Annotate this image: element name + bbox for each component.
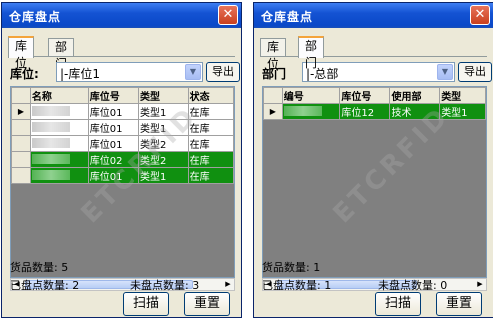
scroll-right-icon[interactable]: ▶ [474,279,486,290]
table-row[interactable]: ▶ 库位01 类型1 在库 [11,103,234,120]
cell-location: 库位02 [87,151,140,168]
scan-label: 扫描 [132,296,159,311]
tab-department[interactable]: 部门 [48,38,75,71]
col-header-location[interactable]: 库位号 [87,87,140,104]
table-row-checked[interactable]: ▶ 库位12 技术 类型1 [263,103,486,120]
cell-name-redacted [29,103,89,120]
tab-location[interactable]: 库位 [260,38,287,71]
filter-row: 库位: |-库位1 ▼ 导出 [10,62,240,82]
goods-count: 货品数量: 5 [10,261,69,274]
table-row[interactable]: 库位01 类型2 在库 [11,135,234,152]
col-header-id[interactable]: 编号 [281,87,341,104]
row-header [11,135,31,152]
tab-location[interactable]: 库位 [8,36,35,70]
title-bar[interactable]: 仓库盘点 ✕ [254,3,493,28]
tab-divider [8,56,235,57]
cell-name-redacted [29,167,89,184]
col-header-location[interactable]: 库位号 [339,87,391,104]
cell-location: 库位01 [87,135,140,152]
cell-status: 在库 [187,103,234,120]
reset-button[interactable]: 重置 [184,292,230,316]
combo-value: |-库位1 [60,67,101,81]
row-header [11,119,31,136]
unchecked-count: 未盘点数量: 3 [130,279,200,292]
unchecked-count: 未盘点数量: 0 [378,279,448,292]
window-body: 库位 部门 部门 |-总部 ▼ 导出 编号 库位号 使用部 类型 ▶ 库位12 … [256,30,492,315]
data-grid[interactable]: 编号 库位号 使用部 类型 ▶ 库位12 技术 类型1 [262,86,487,278]
cell-name-redacted [29,119,89,136]
row-header-corner [263,87,283,104]
title-bar[interactable]: 仓库盘点 ✕ [2,3,241,28]
department-combo[interactable]: |-总部 ▼ [302,62,455,82]
cell-type: 类型2 [138,135,189,152]
tab-department[interactable]: 部门 [298,36,325,70]
filter-row: 部门 |-总部 ▼ 导出 [262,62,492,82]
export-label: 导出 [212,65,234,78]
reset-label: 重置 [445,296,472,311]
scroll-right-icon[interactable]: ▶ [222,279,234,290]
col-header-type[interactable]: 类型 [138,87,189,104]
checked-count: 已盘点数量: 1 [262,279,332,292]
col-header-type[interactable]: 类型 [439,87,486,104]
close-button[interactable]: ✕ [218,5,238,25]
scan-button[interactable]: 扫描 [375,292,421,316]
cell-type: 类型1 [439,103,486,120]
row-header-corner [11,87,31,104]
export-button[interactable]: 导出 [206,62,240,82]
scan-button[interactable]: 扫描 [123,292,169,316]
inventory-window-right: 仓库盘点 ✕ 库位 部门 部门 |-总部 ▼ 导出 编号 库位号 使用部 类型 … [253,2,493,318]
table-row-checked[interactable]: 库位02 类型2 在库 [11,151,234,168]
cell-location: 库位01 [87,103,140,120]
cell-location: 库位12 [339,103,391,120]
row-header [11,167,31,184]
window-body: 库位 部门 库位: |-库位1 ▼ 导出 名称 库位号 类型 状态 [4,30,240,315]
filter-label: 部门 [262,67,287,81]
cell-name-redacted [29,135,89,152]
reset-button[interactable]: 重置 [436,292,482,316]
export-label: 导出 [464,65,486,78]
window-title: 仓库盘点 [9,10,62,24]
cell-type: 类型2 [138,151,189,168]
reset-label: 重置 [193,296,220,311]
tab-divider [260,56,487,57]
chevron-down-icon[interactable]: ▼ [437,64,453,80]
cell-type: 类型1 [138,119,189,136]
table-row-checked[interactable]: 库位01 类型1 在库 [11,167,234,184]
inventory-window-left: 仓库盘点 ✕ 库位 部门 库位: |-库位1 ▼ 导出 名称 库位号 [1,2,242,318]
cell-id-redacted [281,103,341,120]
cell-location: 库位01 [87,119,140,136]
row-pointer-icon: ▶ [263,103,283,120]
table-row[interactable]: 库位01 类型1 在库 [11,119,234,136]
data-grid[interactable]: 名称 库位号 类型 状态 ▶ 库位01 类型1 在库 库位01 类型1 在库 库… [10,86,235,278]
row-pointer-icon: ▶ [11,103,31,120]
checked-count: 已盘点数量: 2 [10,279,80,292]
cell-status: 在库 [187,167,234,184]
grid-table: 编号 库位号 使用部 类型 ▶ 库位12 技术 类型1 [263,87,486,120]
col-header-dept[interactable]: 使用部 [389,87,441,104]
goods-count: 货品数量: 1 [262,261,321,274]
cell-name-redacted [29,151,89,168]
cell-status: 在库 [187,135,234,152]
col-header-name[interactable]: 名称 [29,87,89,104]
scan-label: 扫描 [384,296,411,311]
cell-type: 类型1 [138,167,189,184]
cell-location: 库位01 [87,167,140,184]
location-combo[interactable]: |-库位1 ▼ [56,62,203,82]
row-header [11,151,31,168]
cell-type: 类型1 [138,103,189,120]
chevron-down-icon[interactable]: ▼ [185,64,201,80]
export-button[interactable]: 导出 [458,62,492,82]
col-header-status[interactable]: 状态 [187,87,234,104]
grid-table: 名称 库位号 类型 状态 ▶ 库位01 类型1 在库 库位01 类型1 在库 库… [11,87,234,184]
grid-header: 编号 库位号 使用部 类型 [263,87,486,104]
cell-status: 在库 [187,119,234,136]
close-button[interactable]: ✕ [470,5,490,25]
window-title: 仓库盘点 [261,10,314,24]
grid-header: 名称 库位号 类型 状态 [11,87,234,104]
cell-status: 在库 [187,151,234,168]
cell-dept: 技术 [389,103,441,120]
